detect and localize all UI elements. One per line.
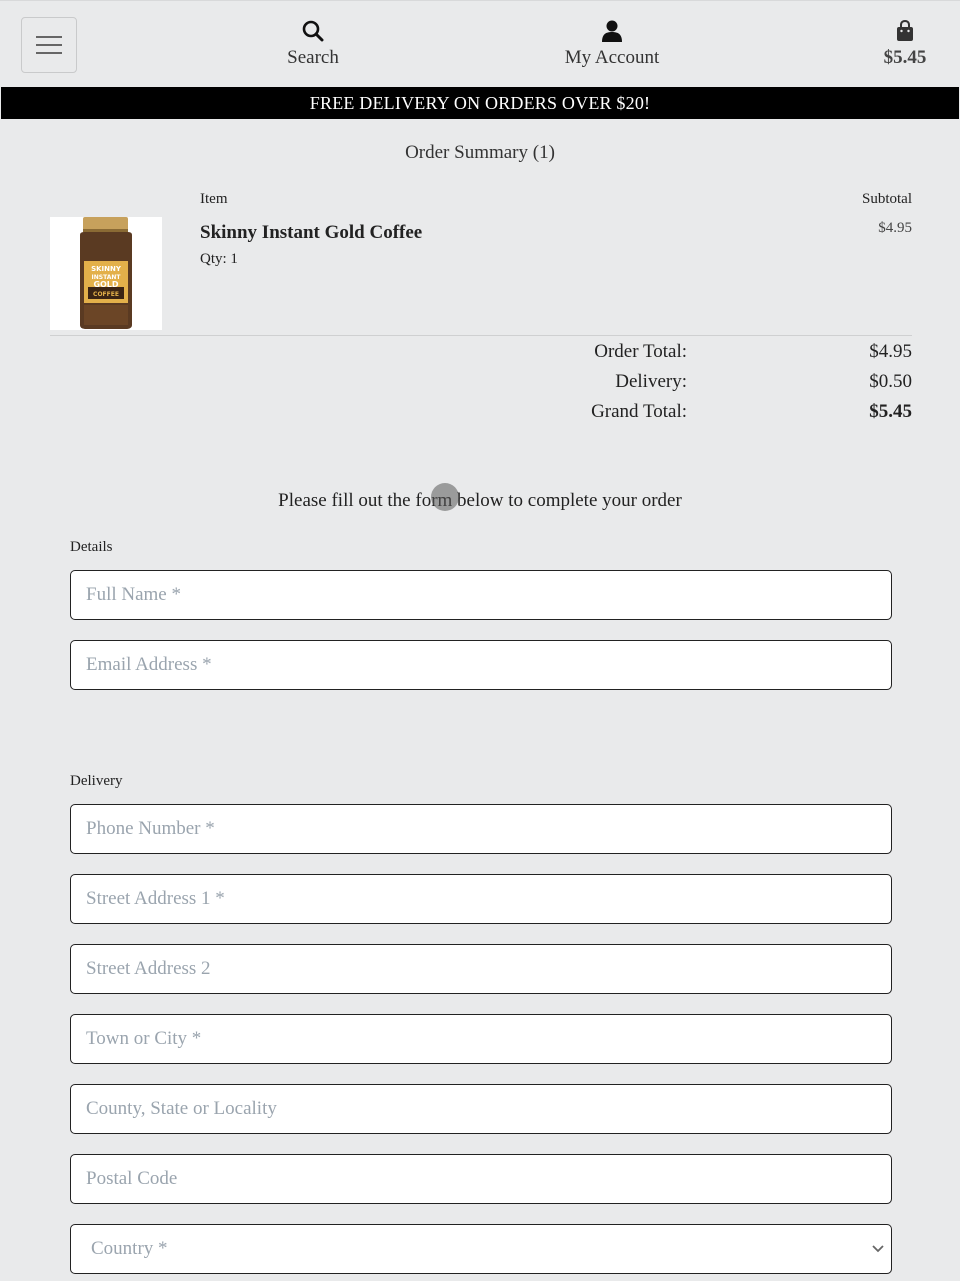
- my-account-label: My Account: [564, 47, 660, 68]
- county-state-input[interactable]: [70, 1084, 892, 1134]
- order-summary-title: Order Summary (1): [405, 142, 555, 163]
- delivery-label: Delivery:: [615, 371, 687, 392]
- delivery-value: $0.50: [869, 371, 912, 392]
- promo-banner: FREE DELIVERY ON ORDERS OVER $20!: [1, 87, 959, 119]
- my-account-link[interactable]: My Account: [546, 19, 678, 69]
- product-name[interactable]: Skinny Instant Gold Coffee: [200, 222, 422, 244]
- grand-total-label: Grand Total:: [591, 401, 687, 422]
- cursor-indicator: [431, 483, 459, 511]
- summary-divider: [50, 335, 912, 336]
- user-icon: [602, 20, 622, 42]
- jar-label-line-3: GOLD: [93, 280, 118, 289]
- country-select[interactable]: Country *: [70, 1224, 892, 1274]
- town-city-input[interactable]: [70, 1014, 892, 1064]
- phone-input[interactable]: [70, 804, 892, 854]
- chevron-down-icon: [872, 1245, 884, 1253]
- jar-label-line-4: COFFEE: [93, 291, 119, 298]
- cart-link[interactable]: $5.45: [862, 19, 948, 69]
- details-section-label: Details: [70, 539, 113, 555]
- street-address-1-input[interactable]: [70, 874, 892, 924]
- search-link[interactable]: Search: [262, 19, 364, 69]
- street-address-2-input[interactable]: [70, 944, 892, 994]
- order-total-value: $4.95: [869, 341, 912, 362]
- item-column-header: Item: [200, 191, 228, 207]
- jar-label-line-1: SKINNY: [91, 265, 122, 273]
- postal-code-input[interactable]: [70, 1154, 892, 1204]
- delivery-section-label: Delivery: [70, 773, 123, 789]
- country-select-value: Country *: [91, 1238, 168, 1259]
- shopping-bag-icon: [897, 19, 913, 41]
- email-input[interactable]: [70, 640, 892, 690]
- search-icon: [302, 20, 324, 42]
- product-image[interactable]: SKINNY INSTANT GOLD COFFEE: [50, 217, 162, 330]
- subtotal-column-header: Subtotal: [861, 191, 912, 207]
- hamburger-icon: [36, 35, 62, 55]
- search-label: Search: [287, 47, 339, 68]
- coffee-jar-image: SKINNY INSTANT GOLD COFFEE: [80, 217, 132, 329]
- product-subtotal: $4.95: [878, 220, 912, 236]
- site-header: Search My Account $5.45: [0, 0, 960, 87]
- menu-toggle-button[interactable]: [21, 17, 77, 73]
- full-name-input[interactable]: [70, 570, 892, 620]
- grand-total-value: $5.45: [869, 401, 912, 422]
- form-intro-text: Please fill out the form below to comple…: [278, 490, 682, 511]
- product-qty: Qty: 1: [200, 251, 238, 267]
- cart-total: $5.45: [883, 47, 927, 68]
- order-total-label: Order Total:: [594, 341, 687, 362]
